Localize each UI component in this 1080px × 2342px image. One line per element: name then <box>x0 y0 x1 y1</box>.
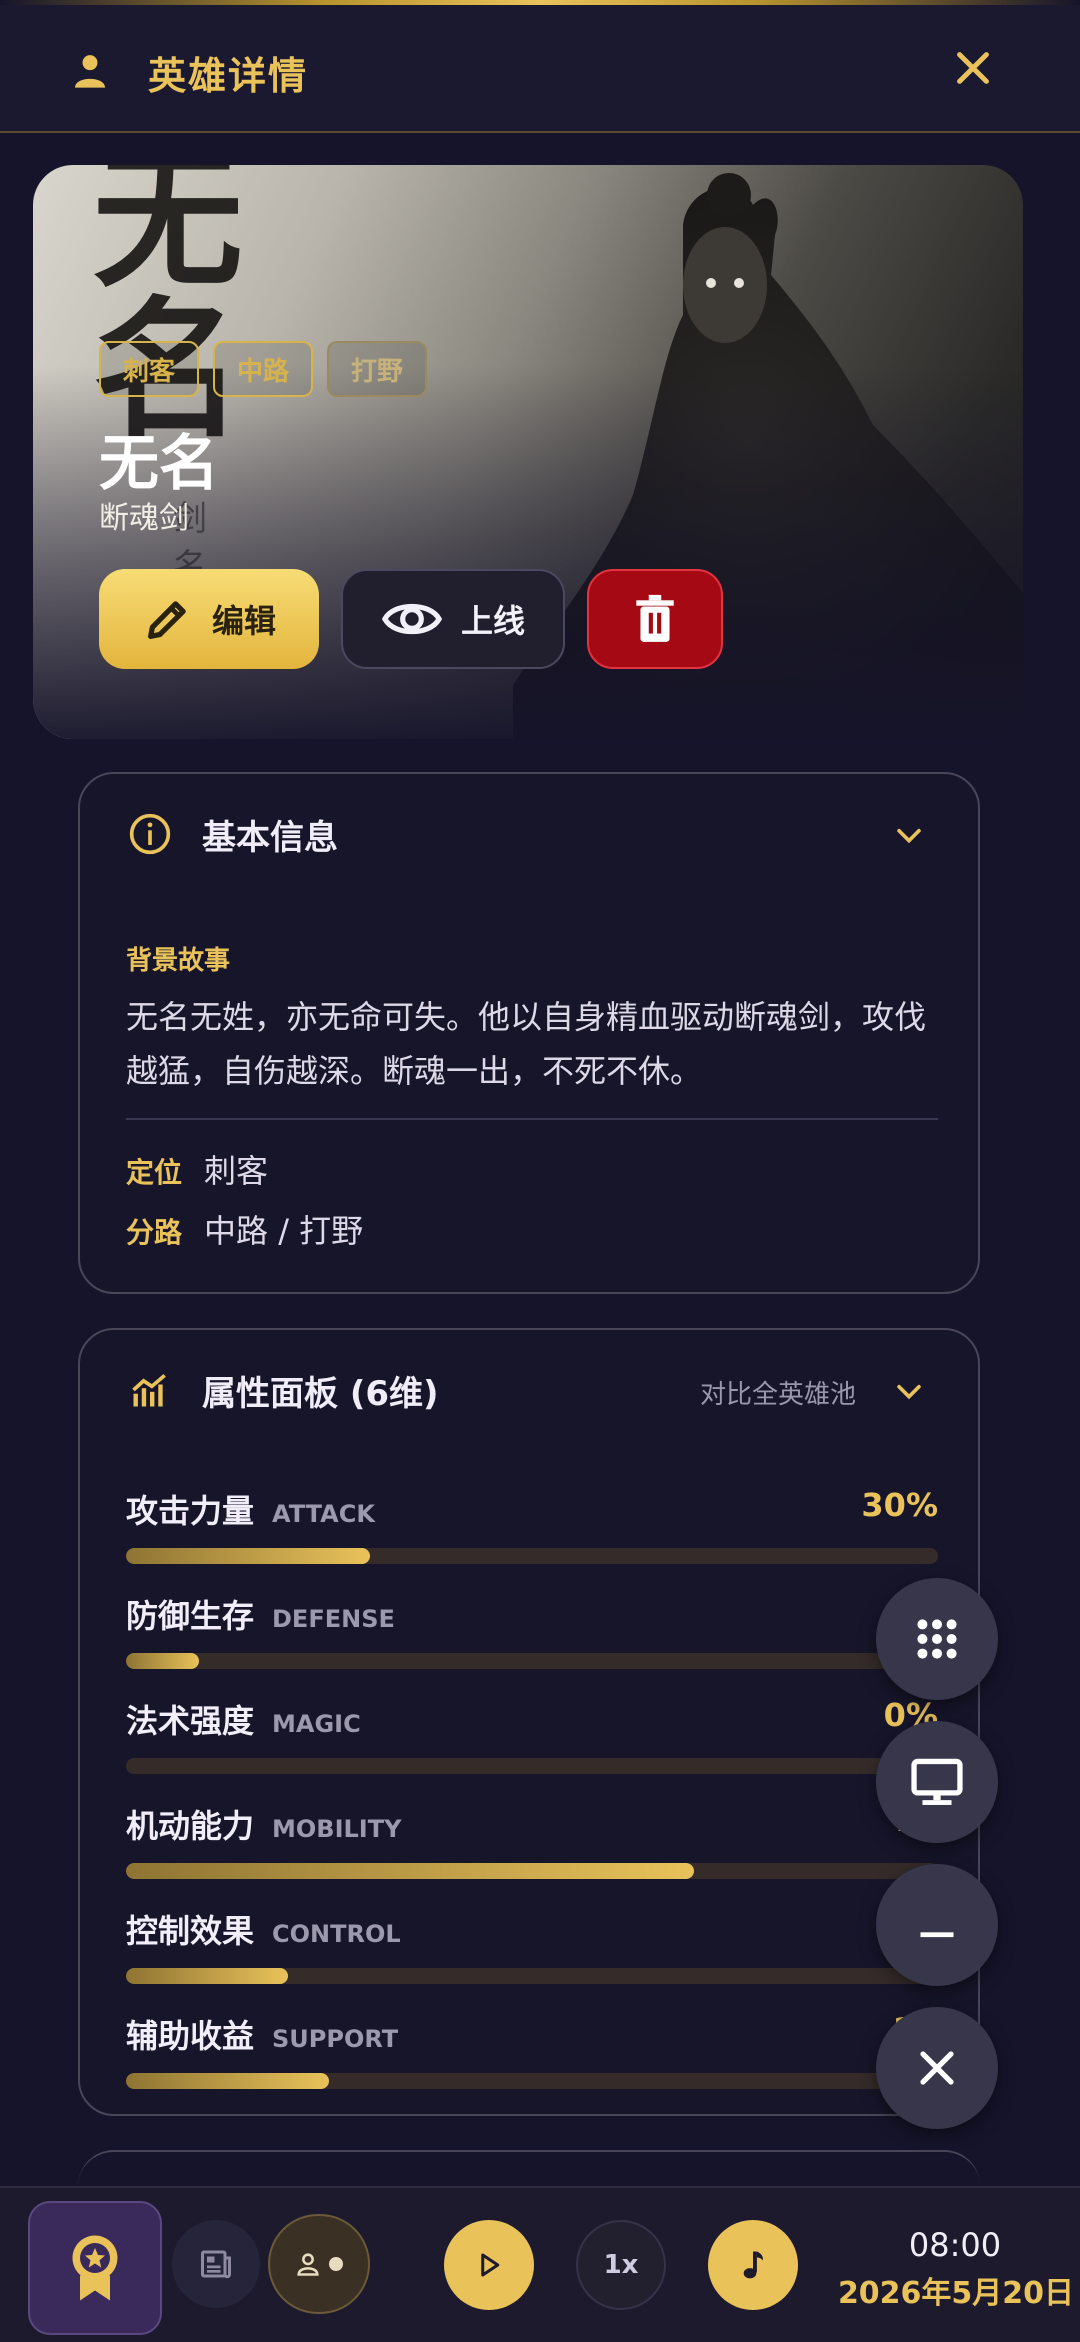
role-tags: 刺客 中路 打野 <box>99 341 428 397</box>
stat-en: MOBILITY <box>272 1815 402 1843</box>
clock-date: 2026年5月20日 <box>837 2276 1075 2311</box>
hero-banner: 无名 剑 名 刺客 中路 打野 无名 断魂剑 编辑 <box>33 165 1023 739</box>
stat-track <box>126 1968 938 1984</box>
monitor-icon <box>911 1758 963 1805</box>
stat-fill <box>126 1863 695 1879</box>
status-dot-icon <box>329 2257 343 2271</box>
chevron-down-icon[interactable] <box>892 818 926 852</box>
pencil-icon <box>148 601 186 639</box>
close-icon <box>920 2051 954 2085</box>
news-button[interactable] <box>172 2220 260 2308</box>
minimize-icon <box>920 1932 954 1938</box>
role-row: 定位 刺客 <box>126 1146 268 1192</box>
tag-mid: 中路 <box>213 341 314 397</box>
edit-label: 编辑 <box>211 602 276 640</box>
user-icon <box>297 2253 319 2276</box>
stat-magic: 法术强度 MAGIC 0% <box>126 1696 938 1786</box>
publish-button[interactable]: 上线 <box>341 569 565 669</box>
story-label: 背景故事 <box>126 946 231 976</box>
stat-fill <box>126 1968 289 1984</box>
stat-percent: 30% <box>861 1486 938 1524</box>
speed-button[interactable]: 1x <box>576 2220 666 2310</box>
clock-time: 08:00 <box>908 2226 1002 2264</box>
music-button[interactable] <box>708 2220 798 2310</box>
lane-label: 分路 <box>126 1216 183 1249</box>
basic-info-card: 基本信息 背景故事 无名无姓，亦无命可失。他以自身精血驱动断魂剑，攻伐越猛，自伤… <box>78 772 980 1294</box>
edit-button[interactable]: 编辑 <box>99 569 319 669</box>
stat-name: 攻击力量 <box>126 1492 255 1530</box>
stat-en: DEFENSE <box>272 1605 395 1633</box>
music-note-icon <box>743 2251 763 2279</box>
stat-mobility: 机动能力 MOBILITY 70 <box>126 1801 938 1891</box>
tag-assassin: 刺客 <box>99 341 200 397</box>
attributes-card: 属性面板 (6维) 对比全英雄池 攻击力量 ATTACK 30% 防御生存 DE… <box>78 1328 980 2116</box>
role-value: 刺客 <box>204 1152 269 1190</box>
speed-label: 1x <box>603 2250 639 2280</box>
stat-en: CONTROL <box>272 1920 401 1948</box>
stat-track <box>126 1863 938 1879</box>
basic-info-title: 基本信息 <box>202 818 338 858</box>
badge-icon <box>72 2235 118 2301</box>
newspaper-icon <box>201 2250 231 2279</box>
display-button[interactable] <box>876 1721 998 1843</box>
bottom-bar: 1x 08:00 2026年5月20日 <box>0 2186 1080 2342</box>
delete-button[interactable] <box>587 569 723 669</box>
lane-row: 分路 中路 / 打野 <box>126 1206 363 1252</box>
stat-name: 辅助收益 <box>126 2017 255 2055</box>
stat-fill <box>126 1653 200 1669</box>
stat-name: 控制效果 <box>126 1912 255 1950</box>
stat-control: 控制效果 CONTROL 2 <box>126 1906 938 1996</box>
hero-name: 无名 <box>99 429 219 499</box>
close-icon[interactable] <box>950 45 996 91</box>
apps-button[interactable] <box>876 1578 998 1700</box>
trash-icon <box>636 594 674 642</box>
stat-track <box>126 1548 938 1564</box>
attributes-header[interactable]: 属性面板 (6维) 对比全英雄池 <box>80 1330 978 1450</box>
compare-link[interactable]: 对比全英雄池 <box>700 1374 856 1411</box>
divider <box>126 1118 938 1120</box>
stats-chart-icon <box>132 1373 166 1407</box>
stat-track <box>126 1653 938 1669</box>
info-icon <box>129 813 171 855</box>
hero-subtitle: 断魂剑 <box>99 501 189 536</box>
stat-track <box>126 2073 938 2089</box>
stat-support: 辅助收益 SUPPORT 25 <box>126 2011 938 2101</box>
stat-name: 机动能力 <box>126 1807 255 1845</box>
stat-track <box>126 1758 938 1774</box>
hero-actions: 编辑 上线 <box>99 569 723 669</box>
stat-attack: 攻击力量 ATTACK 30% <box>126 1486 938 1576</box>
story-text: 无名无姓，亦无命可失。他以自身精血驱动断魂剑，攻伐越猛，自伤越深。断魂一出，不死… <box>126 998 927 1090</box>
attributes-title: 属性面板 (6维) <box>202 1374 439 1414</box>
play-button[interactable] <box>444 2220 534 2310</box>
minimize-button[interactable] <box>876 1864 998 1986</box>
close-fab-button[interactable] <box>876 2007 998 2129</box>
stat-defense: 防御生存 DEFENSE <box>126 1591 938 1681</box>
publish-label: 上线 <box>460 602 525 640</box>
stat-en: SUPPORT <box>272 2025 399 2053</box>
stat-fill <box>126 2073 329 2089</box>
lane-value: 中路 / 打野 <box>204 1212 364 1250</box>
header: 英雄详情 <box>0 5 1080 133</box>
basic-info-header[interactable]: 基本信息 <box>80 774 978 894</box>
tag-jungle: 打野 <box>327 341 428 397</box>
grid-icon <box>917 1619 957 1659</box>
eye-icon <box>381 603 443 635</box>
page-title: 英雄详情 <box>148 54 309 98</box>
user-icon <box>75 55 105 88</box>
stat-name: 防御生存 <box>126 1597 255 1635</box>
play-icon <box>481 2253 500 2277</box>
chevron-down-icon[interactable] <box>892 1374 926 1408</box>
stat-fill <box>126 1548 370 1564</box>
stat-name: 法术强度 <box>126 1702 255 1740</box>
role-label: 定位 <box>126 1156 183 1189</box>
stat-en: MAGIC <box>272 1710 361 1738</box>
profile-toggle[interactable] <box>268 2214 370 2314</box>
achievement-button[interactable] <box>28 2201 162 2335</box>
stat-en: ATTACK <box>272 1500 375 1528</box>
